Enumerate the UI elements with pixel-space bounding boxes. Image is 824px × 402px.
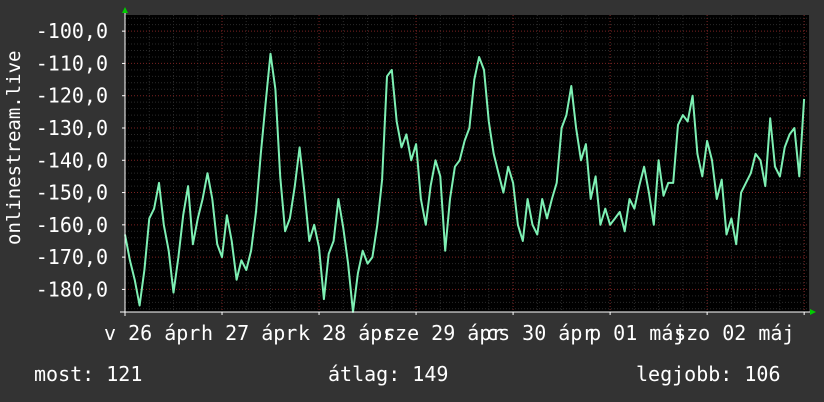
line-chart: -100,0 -110,0 -120,0 -130,0 -140,0 -150,0 -160…	[36, 7, 816, 345]
x-tick-label: szo 02 máj	[674, 321, 794, 345]
y-tick-label: -120,0	[36, 84, 108, 108]
x-tick-label: v 26 ápr	[104, 321, 200, 345]
x-axis-ticks: v 26 ápr h 27 ápr k 28 áprsze 29 áprcs 30 …	[104, 312, 805, 345]
y-tick-label: -100,0	[36, 19, 108, 43]
y-axis-label: onlinestream.live	[3, 50, 25, 245]
plot-area	[125, 15, 809, 312]
average-value: átlag: 149	[328, 362, 449, 386]
x-tick-label: cs 30 ápr	[486, 321, 594, 345]
x-axis-arrow-icon	[810, 309, 816, 315]
y-tick-label: -180,0	[36, 277, 108, 301]
y-tick-label: -150,0	[36, 181, 108, 205]
y-axis-arrow-icon	[122, 7, 128, 13]
y-tick-label: -160,0	[36, 213, 108, 237]
y-tick-label: -170,0	[36, 245, 108, 269]
best-value: legjobb: 106	[636, 362, 781, 386]
current-value: most: 121	[34, 362, 143, 386]
y-tick-label: -140,0	[36, 148, 108, 172]
y-axis-ticks: -100,0 -110,0 -120,0 -130,0 -140,0 -150,0 -160…	[36, 19, 125, 301]
x-tick-label: p 01 máj	[589, 321, 685, 345]
x-tick-label: k 28 ápr	[298, 321, 394, 345]
x-tick-label: h 27 ápr	[201, 321, 297, 345]
y-tick-label: -110,0	[36, 51, 108, 75]
y-tick-label: -130,0	[36, 116, 108, 140]
